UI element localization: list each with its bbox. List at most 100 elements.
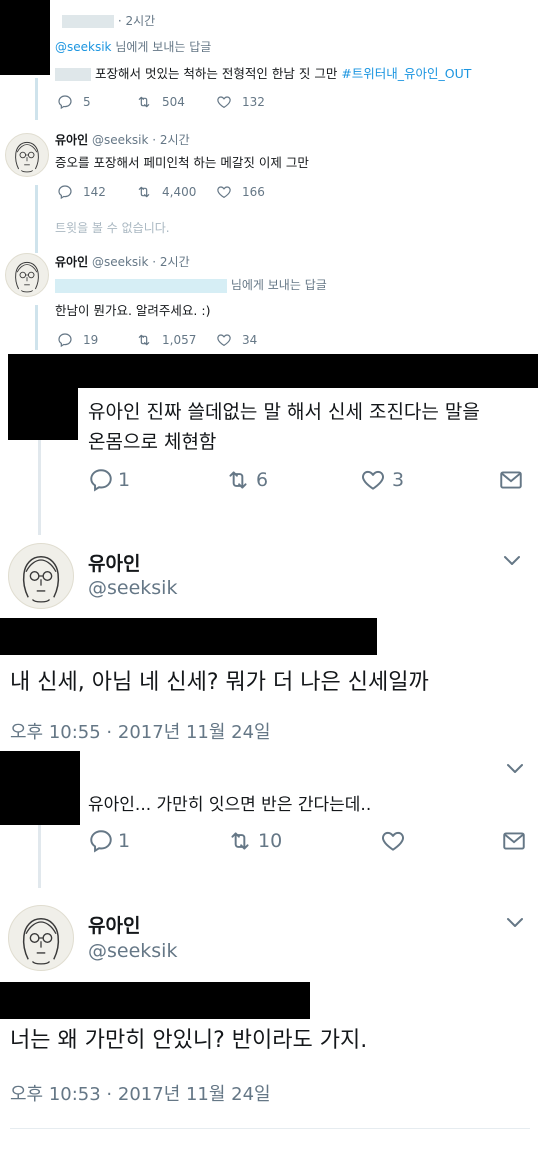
retweet-icon — [226, 828, 254, 854]
reply-count: 19 — [83, 333, 99, 347]
reply-count: 142 — [83, 185, 106, 199]
more-options-button[interactable] — [503, 756, 527, 780]
display-name[interactable]: 유아인 — [55, 133, 88, 147]
reply-action[interactable]: 19 — [57, 332, 98, 348]
thread-line — [35, 305, 38, 350]
tweet-header: 유아인 @seeksik · 2시간 — [55, 253, 190, 270]
display-name[interactable]: 유아인 — [55, 255, 88, 269]
user-handle[interactable]: @seeksik — [88, 940, 177, 962]
redacted-area — [0, 982, 310, 1019]
reply-icon — [57, 184, 73, 200]
retweet-icon — [136, 332, 152, 348]
thread-line — [35, 78, 38, 120]
avatar-portrait-icon — [6, 134, 48, 176]
like-action[interactable]: 166 — [216, 184, 265, 200]
like-action[interactable]: 34 — [216, 332, 257, 348]
tweet-time: · 2시간 — [152, 255, 190, 269]
chevron-down-icon — [500, 548, 524, 572]
avatar[interactable] — [8, 543, 74, 609]
reply-to-line: @seeksik 님에게 보내는 답글 — [55, 38, 211, 55]
user-handle[interactable]: @seeksik — [88, 577, 177, 599]
retweet-action[interactable]: 6 — [224, 467, 268, 493]
chevron-down-icon — [503, 910, 527, 934]
reply-action[interactable]: 1 — [88, 828, 130, 854]
reply-icon — [88, 828, 114, 854]
tweet-text: 포장해서 멋있는 척하는 전형적인 한남 짓 그만 #트위터내_유아인_OUT — [55, 63, 471, 82]
retweet-count: 504 — [162, 95, 185, 109]
thread-line — [38, 825, 41, 888]
reply-to-label: 님에게 보내는 답글 — [115, 40, 212, 54]
heart-icon — [216, 332, 232, 348]
retweet-count: 1,057 — [162, 333, 197, 347]
tweet-text: 너는 왜 가만히 안있니? 반이라도 가지. — [10, 1028, 368, 1053]
heart-icon — [360, 467, 386, 493]
hashtag-link[interactable]: #트위터내_유아인_OUT — [341, 66, 471, 81]
retweet-action[interactable]: 4,400 — [136, 184, 196, 200]
redacted-area — [8, 354, 538, 388]
dm-action[interactable] — [498, 467, 524, 493]
redacted-area — [8, 388, 78, 440]
like-action[interactable]: 132 — [216, 94, 265, 110]
avatar[interactable] — [5, 253, 49, 297]
mail-icon — [498, 467, 524, 493]
user-handle[interactable]: @seeksik — [92, 133, 149, 147]
user-handle[interactable]: @seeksik — [92, 255, 149, 269]
avatar[interactable] — [5, 133, 49, 177]
avatar-portrait-icon — [9, 906, 73, 970]
retweet-count: 10 — [258, 830, 283, 852]
retweet-action[interactable]: 504 — [136, 94, 185, 110]
blurred-username — [62, 15, 114, 28]
tweet-text: 유아인... 가만히 잇으면 반은 간다는데.. — [88, 795, 372, 815]
blurred-text — [55, 68, 91, 81]
redacted-area — [0, 618, 377, 655]
like-count: 166 — [242, 185, 265, 199]
reply-count: 5 — [83, 95, 91, 109]
blurred-handle — [55, 278, 227, 293]
avatar[interactable] — [8, 905, 74, 971]
reply-action[interactable]: 5 — [57, 94, 91, 110]
tweet-timestamp[interactable]: 오후 10:53 · 2017년 11월 24일 — [10, 1080, 271, 1106]
more-options-button[interactable] — [500, 548, 524, 572]
reply-icon — [88, 467, 114, 493]
divider — [10, 1128, 530, 1129]
display-name[interactable]: 유아인 — [88, 549, 140, 576]
retweet-action[interactable]: 1,057 — [136, 332, 196, 348]
tweet-text: 증오를 포장해서 페미인척 하는 메갈짓 이제 그만 — [55, 155, 309, 170]
tweet-time: · 2시간 — [117, 14, 156, 28]
chevron-down-icon — [503, 756, 527, 780]
reply-to-line: 님에게 보내는 답글 — [55, 276, 327, 293]
tweet-time: · 2시간 — [152, 133, 190, 147]
like-action[interactable] — [380, 828, 406, 854]
reply-to-handle[interactable]: @seeksik — [55, 40, 112, 54]
retweet-icon — [224, 467, 252, 493]
avatar-portrait-icon — [9, 544, 73, 608]
retweet-icon — [136, 94, 152, 110]
dm-action[interactable] — [501, 828, 527, 854]
reply-icon — [57, 94, 73, 110]
like-count: 34 — [242, 333, 258, 347]
tweet-text: 내 신세, 아님 네 신세? 뭐가 더 나은 신세일까 — [10, 670, 429, 695]
reply-to-label: 님에게 보내는 답글 — [230, 278, 327, 292]
tweet-text: 유아인 진짜 쓸데없는 말 해서 신세 조진다는 말을 온몸으로 체현함 — [88, 397, 480, 457]
reply-icon — [57, 332, 73, 348]
like-count: 3 — [392, 469, 405, 491]
thread-line — [38, 440, 41, 535]
thread-line — [35, 185, 38, 253]
tweet-text-line: 유아인 진짜 쓸데없는 말 해서 신세 조진다는 말을 — [88, 401, 480, 423]
reply-count: 1 — [118, 469, 131, 491]
reply-action[interactable]: 1 — [88, 467, 130, 493]
like-action[interactable]: 3 — [360, 467, 404, 493]
tweet-timestamp[interactable]: 오후 10:55 · 2017년 11월 24일 — [10, 718, 271, 744]
heart-icon — [216, 94, 232, 110]
tweet-header: 유아인 @seeksik · 2시간 — [55, 131, 190, 148]
display-name[interactable]: 유아인 — [88, 911, 140, 938]
reply-action[interactable]: 142 — [57, 184, 106, 200]
retweet-action[interactable]: 10 — [226, 828, 282, 854]
tweet-text-content: 포장해서 멋있는 척하는 전형적인 한남 짓 그만 — [94, 66, 338, 81]
retweet-count: 4,400 — [162, 185, 197, 199]
tweet-text-line: 온몸으로 체현함 — [88, 431, 217, 453]
reply-count: 1 — [118, 830, 131, 852]
more-options-button[interactable] — [503, 910, 527, 934]
heart-icon — [216, 184, 232, 200]
retweet-count: 6 — [256, 469, 269, 491]
